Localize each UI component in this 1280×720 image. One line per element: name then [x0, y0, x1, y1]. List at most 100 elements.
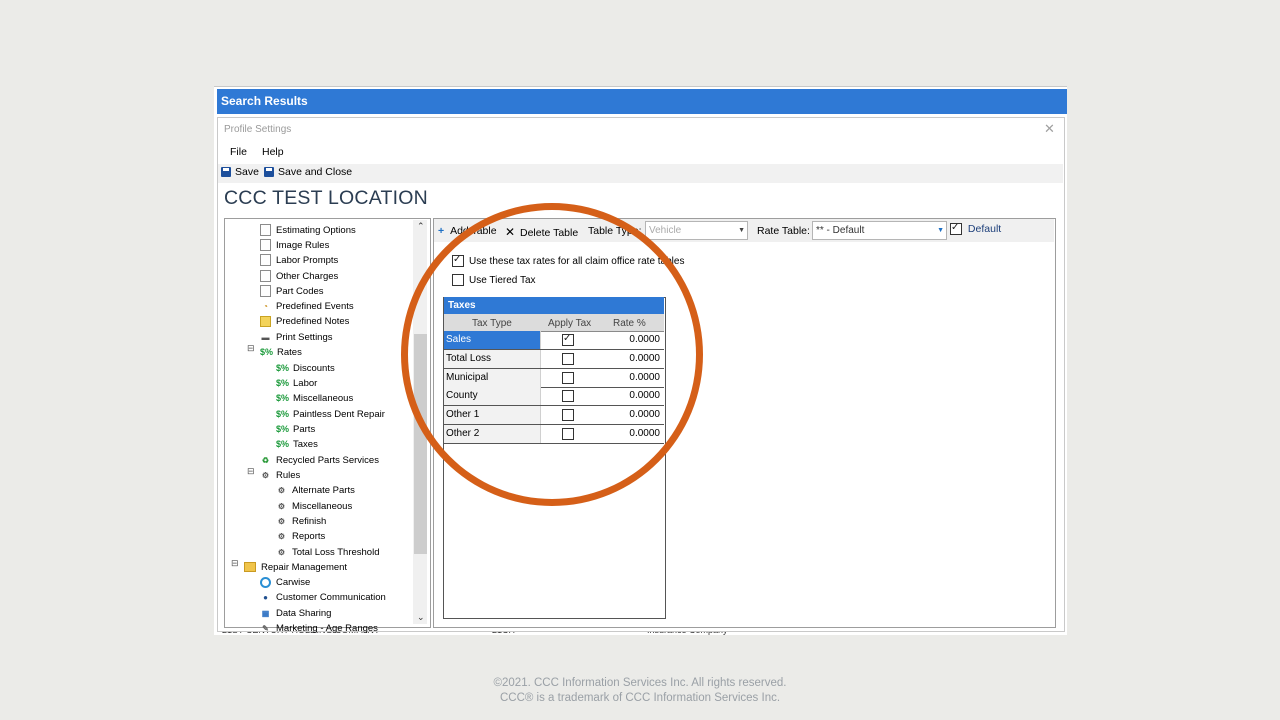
menu-help[interactable]: Help: [262, 146, 284, 158]
tree-item[interactable]: ⚙ Miscellaneous: [276, 499, 352, 513]
tree-item[interactable]: ♻ Recycled Parts Services: [260, 453, 379, 467]
use-for-all-option[interactable]: Use these tax rates for all claim office…: [452, 254, 685, 267]
tree-item[interactable]: $% Rates: [260, 345, 302, 359]
tree-item[interactable]: Image Rules: [260, 238, 329, 252]
tree-item-label: Reports: [292, 530, 326, 542]
tree-item-label: Recycled Parts Services: [276, 454, 379, 466]
tree-item[interactable]: $% Miscellaneous: [276, 391, 353, 405]
tree-item-label: Discounts: [293, 362, 335, 374]
rate-cell[interactable]: 0.0000: [629, 425, 660, 443]
apply-tax-checkbox[interactable]: [562, 409, 574, 422]
tree-item[interactable]: $% Paintless Dent Repair: [276, 407, 385, 421]
tree-item-label: Predefined Notes: [276, 315, 350, 327]
tree-item[interactable]: Other Charges: [260, 269, 338, 283]
rule-icon: ⚙: [277, 531, 286, 541]
close-icon[interactable]: ✕: [1044, 121, 1055, 137]
rate-icon: $%: [276, 438, 290, 449]
tree-item[interactable]: ✎ Marketing - Age Ranges: [260, 621, 378, 635]
scroll-up-icon[interactable]: ⌃: [417, 221, 425, 232]
tax-row[interactable]: County 0.0000: [444, 387, 664, 407]
location-title: CCC TEST LOCATION: [224, 187, 428, 209]
apply-tax-checkbox[interactable]: [562, 371, 574, 384]
tax-row[interactable]: Sales 0.0000: [444, 331, 664, 350]
tree-item-label: Miscellaneous: [293, 392, 354, 404]
tree-item-label: Other Charges: [276, 270, 339, 282]
tree-item[interactable]: ▦ Data Sharing: [260, 606, 332, 620]
tiered-tax-option[interactable]: Use Tiered Tax: [452, 274, 536, 286]
default-checkbox[interactable]: Default: [950, 222, 1001, 236]
add-table-button[interactable]: + Add Table: [438, 225, 497, 237]
tree-item[interactable]: Estimating Options: [260, 223, 356, 237]
tree-item-label: Total Loss Threshold: [292, 546, 380, 558]
apply-tax-checkbox[interactable]: [562, 333, 574, 346]
scroll-down-icon[interactable]: ⌄: [417, 612, 425, 623]
tax-row[interactable]: Total Loss 0.0000: [444, 349, 664, 369]
save-button[interactable]: Save: [221, 166, 259, 178]
note-icon: [260, 315, 271, 327]
tax-type-cell[interactable]: Total Loss: [444, 349, 541, 368]
tree-item[interactable]: Part Codes: [260, 284, 324, 298]
tree-item-label: Estimating Options: [276, 224, 356, 236]
rate-icon: $%: [276, 408, 290, 419]
tree-item[interactable]: ⚙ Total Loss Threshold: [276, 545, 380, 559]
collapse-toggle-icon[interactable]: ⊟: [231, 558, 239, 569]
tree-item-label: Print Settings: [276, 331, 333, 343]
search-results-title: Search Results: [217, 89, 1067, 114]
collapse-toggle-icon[interactable]: ⊟: [247, 343, 255, 354]
tax-type-cell[interactable]: Municipal: [444, 368, 541, 387]
tax-type-cell[interactable]: Sales: [444, 331, 541, 349]
column-rate[interactable]: Rate %: [613, 318, 646, 329]
use-for-all-label: Use these tax rates for all claim office…: [469, 255, 685, 267]
tree-item[interactable]: $% Discounts: [276, 361, 335, 375]
tree-item[interactable]: Carwise: [260, 575, 310, 589]
tree-item[interactable]: $% Labor: [276, 376, 317, 390]
tree-item[interactable]: Predefined Notes: [260, 314, 349, 328]
tax-row[interactable]: Other 1 0.0000: [444, 406, 664, 426]
column-apply-tax[interactable]: Apply Tax: [548, 318, 591, 329]
apply-tax-checkbox[interactable]: [562, 390, 574, 403]
tree-item-label: Alternate Parts: [292, 484, 355, 496]
tree-item[interactable]: ● Customer Communication: [260, 590, 386, 604]
rate-cell[interactable]: 0.0000: [629, 406, 660, 424]
apply-tax-checkbox[interactable]: [562, 352, 574, 365]
apply-tax-checkbox[interactable]: [562, 428, 574, 440]
dialog-title: Profile Settings: [224, 124, 292, 135]
save-close-label: Save and Close: [278, 166, 353, 178]
collapse-toggle-icon[interactable]: ⊟: [247, 466, 255, 477]
tax-row[interactable]: Municipal 0.0000: [444, 368, 664, 388]
tree-item[interactable]: $% Taxes: [276, 437, 318, 451]
tax-type-cell[interactable]: County: [444, 387, 541, 406]
rate-table-value: ** - Default: [816, 225, 865, 236]
rate-cell[interactable]: 0.0000: [629, 369, 660, 387]
rate-table-select[interactable]: ** - Default ▼: [812, 221, 947, 240]
tree-item[interactable]: ⚙ Alternate Parts: [276, 483, 355, 497]
recycle-icon: ♻: [261, 455, 270, 465]
tree-item[interactable]: ⚙ Refinish: [276, 514, 326, 528]
tree-item[interactable]: Labor Prompts: [260, 253, 338, 267]
tree-item[interactable]: $% Parts: [276, 422, 315, 436]
table-type-select[interactable]: Vehicle ▼: [645, 221, 748, 240]
tiered-tax-checkbox[interactable]: [452, 274, 464, 286]
tree-item[interactable]: ⚙ Reports: [276, 529, 325, 543]
rate-icon: $%: [260, 346, 274, 357]
delete-table-button[interactable]: ✕ Delete Table: [505, 225, 578, 239]
tree-scroll-thumb[interactable]: [414, 334, 427, 554]
tree-item[interactable]: ▬ Print Settings: [260, 330, 333, 344]
tree-item[interactable]: Repair Management: [244, 560, 347, 574]
menu-file[interactable]: File: [230, 146, 247, 158]
delete-table-label: Delete Table: [519, 227, 579, 239]
add-table-label: Add Table: [450, 225, 497, 237]
rate-icon: $%: [276, 362, 290, 373]
rate-cell[interactable]: 0.0000: [629, 331, 660, 349]
rate-cell[interactable]: 0.0000: [629, 387, 660, 405]
tax-row[interactable]: Other 2 0.0000: [444, 425, 664, 444]
use-for-all-checkbox[interactable]: [452, 254, 464, 267]
rate-cell[interactable]: 0.0000: [629, 350, 660, 368]
tax-type-cell[interactable]: Other 2: [444, 425, 541, 443]
tax-type-cell[interactable]: Other 1: [444, 406, 541, 425]
tree-item[interactable]: ◔ Predefined Events: [260, 299, 354, 313]
column-tax-type[interactable]: Tax Type: [472, 318, 512, 329]
save-and-close-button[interactable]: Save and Close: [264, 166, 352, 178]
document-icon: [260, 224, 271, 236]
tree-item[interactable]: ⚙ Rules: [260, 468, 300, 482]
